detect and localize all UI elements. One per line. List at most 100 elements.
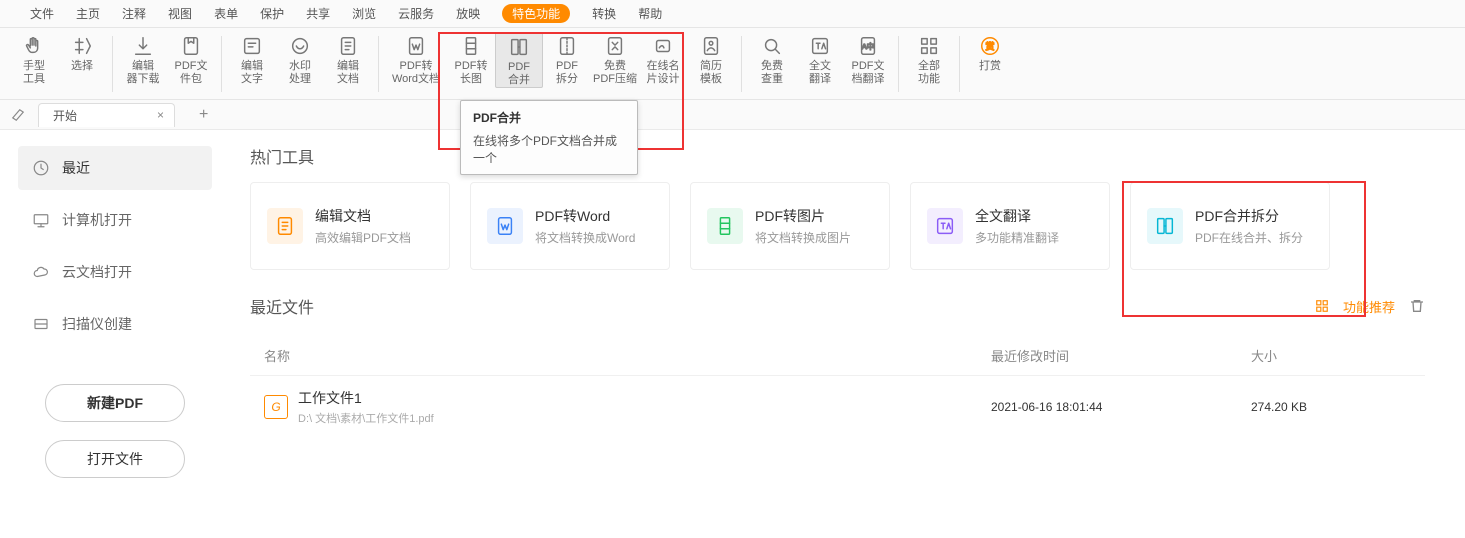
toolbar-separator — [741, 36, 742, 92]
card-toimg[interactable]: PDF转图片将文档转换成图片 — [690, 182, 890, 270]
tool-watermark[interactable]: 水印 处理 — [276, 32, 324, 86]
tool-fulltext-trans[interactable]: 全文 翻译 — [796, 32, 844, 86]
main-panel: 热门工具 编辑文档高效编辑PDF文档PDF转Word将文档转换成WordPDF转… — [230, 130, 1465, 538]
file-name: 工作文件1 — [298, 388, 434, 408]
toolbar-separator — [221, 36, 222, 92]
hot-tools-title: 热门工具 — [250, 144, 1425, 168]
tool-label: 编辑 文字 — [241, 60, 263, 86]
tab-bar: 开始 × + — [0, 100, 1465, 130]
merge-icon — [507, 35, 531, 59]
recent-header-right: 功能推荐 — [1315, 297, 1425, 316]
edittext-icon — [240, 34, 264, 58]
card-fulltrans[interactable]: 全文翻译多功能精准翻译 — [910, 182, 1110, 270]
file-row[interactable]: G工作文件1D:\ 文档\素材\工作文件1.pdf2021-06-16 18:0… — [250, 375, 1425, 438]
hot-tools-cards: 编辑文档高效编辑PDF文档PDF转Word将文档转换成WordPDF转图片将文档… — [250, 182, 1425, 270]
recent-files-title: 最近文件 — [250, 294, 314, 318]
menu-12[interactable]: 帮助 — [638, 5, 662, 22]
card-toword[interactable]: PDF转Word将文档转换成Word — [470, 182, 670, 270]
clock-icon — [32, 159, 50, 177]
tool-editor-download[interactable]: 编辑 器下载 — [119, 32, 167, 86]
menu-5[interactable]: 保护 — [260, 5, 284, 22]
trash-icon[interactable] — [1409, 298, 1425, 314]
card-desc: 将文档转换成Word — [535, 229, 635, 246]
menu-0[interactable]: 文件 — [30, 5, 54, 22]
tool-label: 全部 功能 — [918, 60, 940, 86]
tool-label: 全文 翻译 — [809, 60, 831, 86]
tolongimg-icon — [707, 208, 743, 244]
menu-8[interactable]: 云服务 — [398, 5, 434, 22]
tooltip-title: PDF合并 — [473, 109, 625, 126]
toolbar-separator — [112, 36, 113, 92]
scanner-icon — [32, 315, 50, 333]
tool-pdf-merge[interactable]: PDF 合并 — [495, 32, 543, 88]
tool-pdf2word[interactable]: PDF转 Word文档 — [385, 32, 447, 86]
file-time: 2021-06-16 18:01:44 — [991, 400, 1251, 414]
card-mergesplit[interactable]: PDF合并拆分PDF在线合并、拆分 — [1130, 182, 1330, 270]
toword-icon — [404, 34, 428, 58]
tool-edit-doc[interactable]: 编辑 文档 — [324, 32, 372, 86]
menu-7[interactable]: 浏览 — [352, 5, 376, 22]
watermark-icon — [288, 34, 312, 58]
menu-10[interactable]: 特色功能 — [502, 4, 570, 23]
tool-online-sign[interactable]: 在线名 片设计 — [639, 32, 687, 86]
grid-icon[interactable] — [1315, 299, 1329, 313]
tool-resume-tpl[interactable]: 简历 模板 — [687, 32, 735, 86]
tool-hand-tool[interactable]: 手型 工具 — [10, 32, 58, 86]
menu-1[interactable]: 主页 — [76, 5, 100, 22]
tooltip-desc: 在线将多个PDF文档合并成一个 — [473, 132, 625, 166]
open-file-button[interactable]: 打开文件 — [45, 440, 185, 478]
tool-label: PDF文 件包 — [175, 60, 208, 86]
sidebar-item-recent[interactable]: 最近 — [18, 146, 212, 190]
tool-label: PDF转 Word文档 — [392, 60, 440, 86]
tool-pdf2longimg[interactable]: PDF转 长图 — [447, 32, 495, 86]
menu-3[interactable]: 视图 — [168, 5, 192, 22]
menu-11[interactable]: 转换 — [592, 5, 616, 22]
tool-all-funcs[interactable]: 全部 功能 — [905, 32, 953, 86]
toolbar-separator — [378, 36, 379, 92]
tool-label: 编辑 文档 — [337, 60, 359, 86]
tool-select-tool[interactable]: 选择 — [58, 32, 106, 73]
menu-9[interactable]: 放映 — [456, 5, 480, 22]
card-desc: 将文档转换成图片 — [755, 229, 851, 246]
tool-edit-text[interactable]: 编辑 文字 — [228, 32, 276, 86]
new-tab-button[interactable]: + — [199, 106, 208, 124]
tab-label: 开始 — [53, 107, 77, 124]
menu-6[interactable]: 共享 — [306, 5, 330, 22]
tool-reward[interactable]: 赏打赏 — [966, 32, 1014, 73]
all-icon — [917, 34, 941, 58]
menubar: 文件 主页 注释 视图 表单 保护 共享 浏览 云服务 放映 特色功能 转换 帮助 — [0, 0, 1465, 28]
toolbar-separator — [959, 36, 960, 92]
tool-pdf-split[interactable]: PDF 拆分 — [543, 32, 591, 86]
tool-free-dedup[interactable]: 免费 查重 — [748, 32, 796, 86]
card-desc: 多功能精准翻译 — [975, 229, 1059, 246]
new-pdf-button[interactable]: 新建PDF — [45, 384, 185, 422]
reward-icon: 赏 — [978, 34, 1002, 58]
sidebar-item-cloud-open[interactable]: 云文档打开 — [18, 250, 212, 294]
svg-text:A中: A中 — [862, 42, 874, 51]
tab-start[interactable]: 开始 × — [38, 103, 175, 127]
menu-2[interactable]: 注释 — [122, 5, 146, 22]
close-icon[interactable]: × — [157, 108, 164, 122]
tool-label: 在线名 片设计 — [647, 60, 680, 86]
tool-free-compress[interactable]: 免费 PDF压缩 — [591, 32, 639, 86]
toword-icon — [487, 208, 523, 244]
func-recommend-link[interactable]: 功能推荐 — [1343, 297, 1395, 316]
toolbar-separator — [898, 36, 899, 92]
svg-text:赏: 赏 — [985, 41, 994, 52]
sidebar-item-label: 扫描仪创建 — [62, 314, 132, 334]
sidebar-item-computer-open[interactable]: 计算机打开 — [18, 198, 212, 242]
file-table-header: 名称 最近修改时间 大小 — [250, 336, 1425, 375]
ribbon-toolbar: 手型 工具选择编辑 器下载 PDF文 件包 编辑 文字水印 处理编辑 文档 PDF转 … — [0, 28, 1465, 100]
tool-pdf-doc-trans[interactable]: A中PDF文 档翻译 — [844, 32, 892, 86]
col-size: 大小 — [1251, 346, 1411, 365]
tool-pdf-pkg[interactable]: PDF文 件包 — [167, 32, 215, 86]
menu-4[interactable]: 表单 — [214, 5, 238, 22]
tool-label: PDF 合并 — [508, 61, 530, 87]
card-edit[interactable]: 编辑文档高效编辑PDF文档 — [250, 182, 450, 270]
file-path: D:\ 文档\素材\工作文件1.pdf — [298, 410, 434, 426]
tolongimg-icon — [459, 34, 483, 58]
sidebar-item-scanner-create[interactable]: 扫描仪创建 — [18, 302, 212, 346]
sidebar-item-label: 计算机打开 — [62, 210, 132, 230]
card-desc: 高效编辑PDF文档 — [315, 229, 411, 246]
eraser-icon[interactable] — [10, 107, 26, 123]
